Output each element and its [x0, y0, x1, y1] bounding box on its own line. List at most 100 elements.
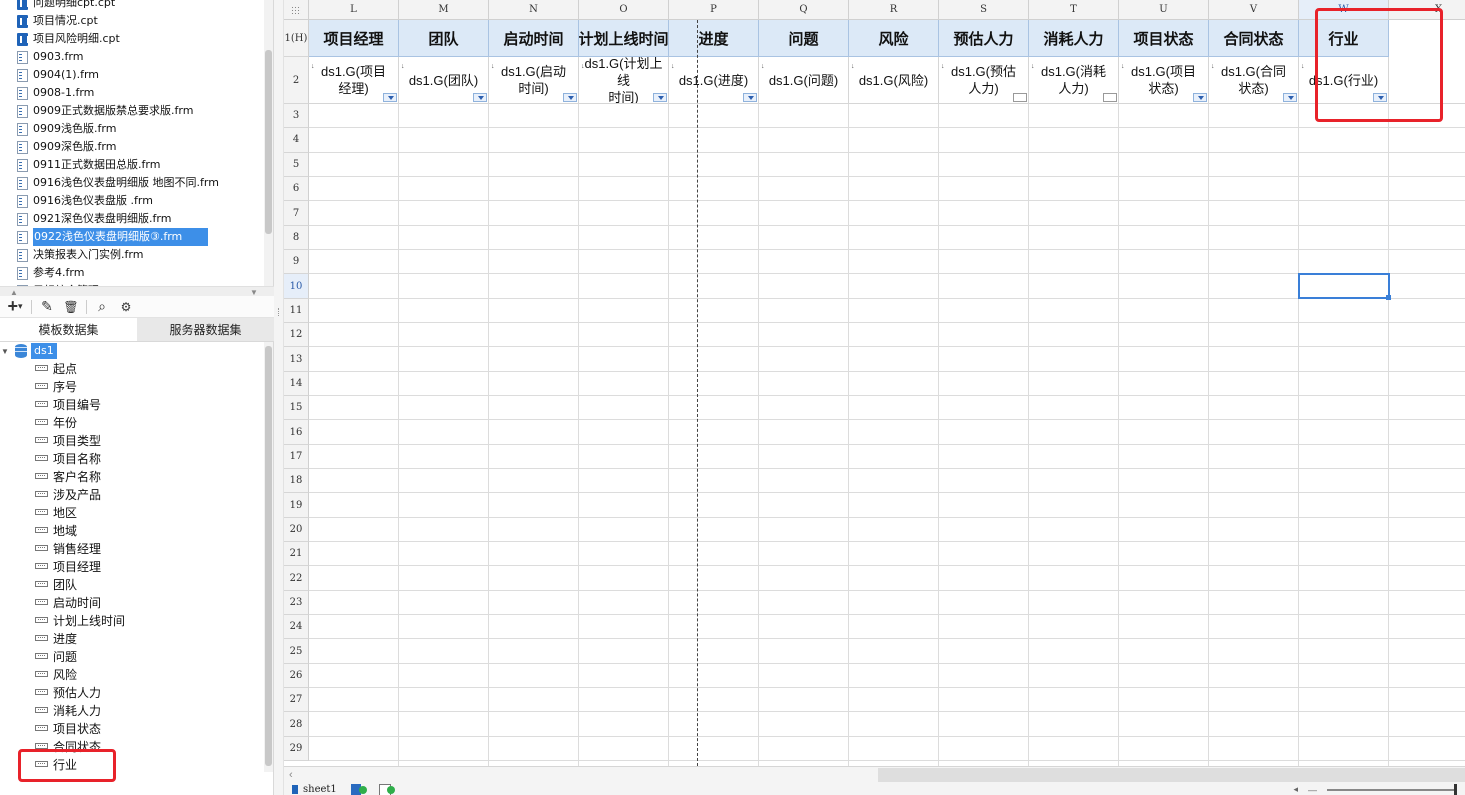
- row-header[interactable]: 28: [284, 712, 309, 737]
- header-cell[interactable]: 消耗人力: [1029, 20, 1119, 57]
- zoom-out-icon[interactable]: —: [1308, 785, 1317, 795]
- column-header-r[interactable]: R: [849, 0, 939, 20]
- splitter-grip[interactable]: [278, 308, 280, 316]
- cell-dropdown-icon[interactable]: [1013, 93, 1027, 102]
- file-list-collapse-bar[interactable]: ▲ ▼: [0, 286, 274, 297]
- data-cell[interactable]: ds1.G(风险) ↓: [849, 57, 939, 104]
- header-cell[interactable]: 进度: [669, 20, 759, 57]
- row-header[interactable]: 6: [284, 177, 309, 202]
- dataset-field[interactable]: 年份: [35, 413, 77, 431]
- data-cell[interactable]: ds1.G(进度) ↓: [669, 57, 759, 104]
- dataset-field[interactable]: 客户名称: [35, 467, 101, 485]
- cell-dropdown-icon[interactable]: [383, 93, 397, 102]
- row-header[interactable]: 26: [284, 663, 309, 689]
- file-item[interactable]: 0916浅色仪表盘明细版 地图不同.frm: [17, 174, 219, 192]
- tab-server-dataset[interactable]: 服务器数据集: [137, 318, 274, 342]
- dataset-field[interactable]: 消耗人力: [35, 701, 101, 719]
- header-cell[interactable]: 项目经理: [309, 20, 399, 57]
- file-item[interactable]: 0908-1.frm: [17, 84, 94, 102]
- dataset-field[interactable]: 风险: [35, 665, 77, 683]
- header-cell[interactable]: 团队: [399, 20, 489, 57]
- row-header[interactable]: 11: [284, 298, 309, 324]
- dataset-settings-button[interactable]: ⚙: [114, 297, 138, 317]
- column-header-n[interactable]: N: [489, 0, 579, 20]
- report-grid[interactable]: L 项目经理 ds1.G(项目 经理) ↓ M 团队 ds1.G(团队) ↓ N 启动时间 ds1.…: [284, 0, 1465, 766]
- scroll-left-icon[interactable]: ‹: [289, 767, 293, 783]
- scrollbar-thumb[interactable]: [878, 768, 1465, 782]
- column-header-q[interactable]: Q: [759, 0, 849, 20]
- data-cell[interactable]: ds1.G(合同 状态) ↓: [1209, 57, 1299, 104]
- file-item[interactable]: 0911正式数据田总版.frm: [17, 156, 160, 174]
- cell-dropdown-icon[interactable]: [653, 93, 667, 102]
- column-header-u[interactable]: U: [1119, 0, 1209, 20]
- dataset-field[interactable]: 涉及产品: [35, 485, 101, 503]
- dataset-field[interactable]: 地区: [35, 503, 77, 521]
- row-header[interactable]: 12: [284, 323, 309, 348]
- row-header[interactable]: 18: [284, 469, 309, 494]
- row-header[interactable]: 27: [284, 688, 309, 713]
- column-header-p[interactable]: P: [669, 0, 759, 20]
- row-header[interactable]: 17: [284, 444, 309, 470]
- row-header[interactable]: 15: [284, 396, 309, 421]
- file-list-scrollbar[interactable]: [264, 0, 273, 286]
- header-cell[interactable]: 启动时间: [489, 20, 579, 57]
- header-cell[interactable]: 项目状态: [1119, 20, 1209, 57]
- file-item[interactable]: 决策报表入门实例.frm: [17, 246, 143, 264]
- selected-cell[interactable]: [1298, 273, 1391, 300]
- delete-dataset-button[interactable]: 🗑: [59, 297, 83, 317]
- row-header[interactable]: 3: [284, 104, 309, 129]
- file-item[interactable]: 0916浅色仪表盘版 .frm: [17, 192, 153, 210]
- file-item[interactable]: 参考4.frm: [17, 264, 84, 282]
- column-header-o[interactable]: O: [579, 0, 669, 20]
- column-header-t[interactable]: T: [1029, 0, 1119, 20]
- row-header[interactable]: 13: [284, 347, 309, 372]
- cell-dropdown-icon[interactable]: [473, 93, 487, 102]
- row-header[interactable]: 24: [284, 615, 309, 640]
- dataset-field[interactable]: 问题: [35, 647, 77, 665]
- dataset-field[interactable]: 启动时间: [35, 593, 101, 611]
- column-header-v[interactable]: V: [1209, 0, 1299, 20]
- row-header[interactable]: 9: [284, 250, 309, 275]
- row-header[interactable]: 4: [284, 128, 309, 153]
- file-item[interactable]: 问题明细cpt.cpt: [17, 0, 115, 12]
- dataset-field[interactable]: 团队: [35, 575, 77, 593]
- dataset-node-ds1[interactable]: ▼ ds1: [0, 342, 57, 360]
- dataset-tree-scrollbar[interactable]: [264, 342, 273, 772]
- data-cell[interactable]: ds1.G(团队) ↓: [399, 57, 489, 104]
- file-item[interactable]: 0922浅色仪表盘明细版③.frm: [17, 228, 209, 246]
- dataset-field[interactable]: 项目经理: [35, 557, 101, 575]
- data-cell[interactable]: ds1.G(启动 时间) ↓: [489, 57, 579, 104]
- file-item[interactable]: 0909深色版.frm: [17, 138, 116, 156]
- header-cell[interactable]: 问题: [759, 20, 849, 57]
- row-header[interactable]: 2: [284, 57, 309, 104]
- add-dataset-button[interactable]: + ▾: [2, 296, 28, 317]
- file-item[interactable]: 0909浅色版.frm: [17, 120, 116, 138]
- row-header[interactable]: 25: [284, 639, 309, 664]
- preview-dataset-button[interactable]: ⌕: [90, 297, 114, 317]
- row-header[interactable]: 14: [284, 371, 309, 397]
- row-header[interactable]: 1(H): [284, 20, 309, 57]
- header-cell[interactable]: 合同状态: [1209, 20, 1299, 57]
- data-cell[interactable]: ds1.G(计划上线 时间) ↓: [579, 57, 669, 104]
- cell-dropdown-icon[interactable]: [1283, 93, 1297, 102]
- file-item[interactable]: 0904(1).frm: [17, 66, 99, 84]
- add-dashboard-sheet-icon[interactable]: [378, 784, 397, 795]
- dataset-field[interactable]: 起点: [35, 359, 77, 377]
- row-header[interactable]: 20: [284, 517, 309, 543]
- dataset-field[interactable]: 项目编号: [35, 395, 101, 413]
- fill-handle[interactable]: [1386, 294, 1391, 300]
- scrollbar-thumb[interactable]: [265, 346, 272, 766]
- tab-template-dataset[interactable]: 模板数据集: [0, 318, 137, 342]
- file-item[interactable]: 0921深色仪表盘明细版.frm: [17, 210, 171, 228]
- file-item[interactable]: 项目风险明细.cpt: [17, 30, 120, 48]
- dataset-field[interactable]: 序号: [35, 377, 77, 395]
- header-cell[interactable]: 风险: [849, 20, 939, 57]
- row-header[interactable]: 19: [284, 493, 309, 518]
- dataset-field[interactable]: 销售经理: [35, 539, 101, 557]
- column-header-m[interactable]: M: [399, 0, 489, 20]
- expand-caret-icon[interactable]: ▼: [1, 347, 11, 356]
- dataset-field[interactable]: 项目状态: [35, 719, 101, 737]
- data-cell[interactable]: ds1.G(项目 状态) ↓: [1119, 57, 1209, 104]
- row-header[interactable]: 16: [284, 420, 309, 445]
- dataset-field[interactable]: 地域: [35, 521, 77, 539]
